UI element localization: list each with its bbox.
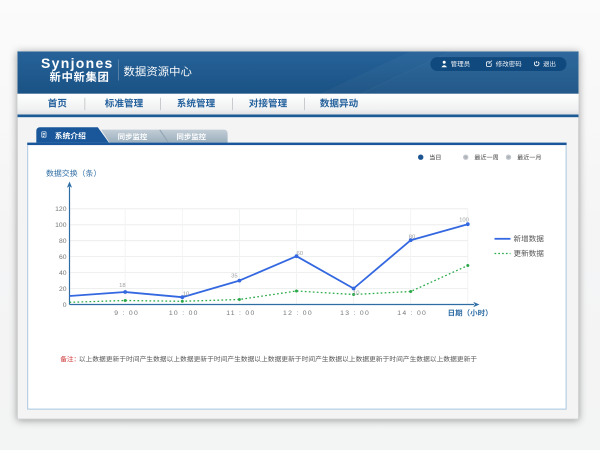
svg-text:10 : 00: 10 : 00 <box>169 310 199 317</box>
svg-text:40: 40 <box>59 270 67 277</box>
svg-text:12 : 00: 12 : 00 <box>283 310 313 317</box>
svg-text:20: 20 <box>59 286 67 293</box>
svg-text:18: 18 <box>119 283 126 289</box>
svg-text:35: 35 <box>231 274 238 280</box>
svg-text:80: 80 <box>409 234 416 240</box>
svg-text:10: 10 <box>353 291 360 297</box>
svg-text:120: 120 <box>55 206 67 213</box>
svg-text:60: 60 <box>59 254 67 261</box>
svg-text:9 : 00: 9 : 00 <box>114 310 139 317</box>
svg-text:100: 100 <box>55 222 67 229</box>
svg-text:80: 80 <box>59 238 67 245</box>
svg-text:60: 60 <box>297 251 304 257</box>
svg-text:10: 10 <box>183 292 190 298</box>
svg-text:100: 100 <box>459 217 470 223</box>
svg-text:14 : 00: 14 : 00 <box>397 310 427 317</box>
svg-text:0: 0 <box>63 302 67 309</box>
svg-text:Synjones: Synjones <box>41 55 114 71</box>
svg-text:11 : 00: 11 : 00 <box>226 310 255 317</box>
svg-text:13 : 00: 13 : 00 <box>340 310 370 317</box>
